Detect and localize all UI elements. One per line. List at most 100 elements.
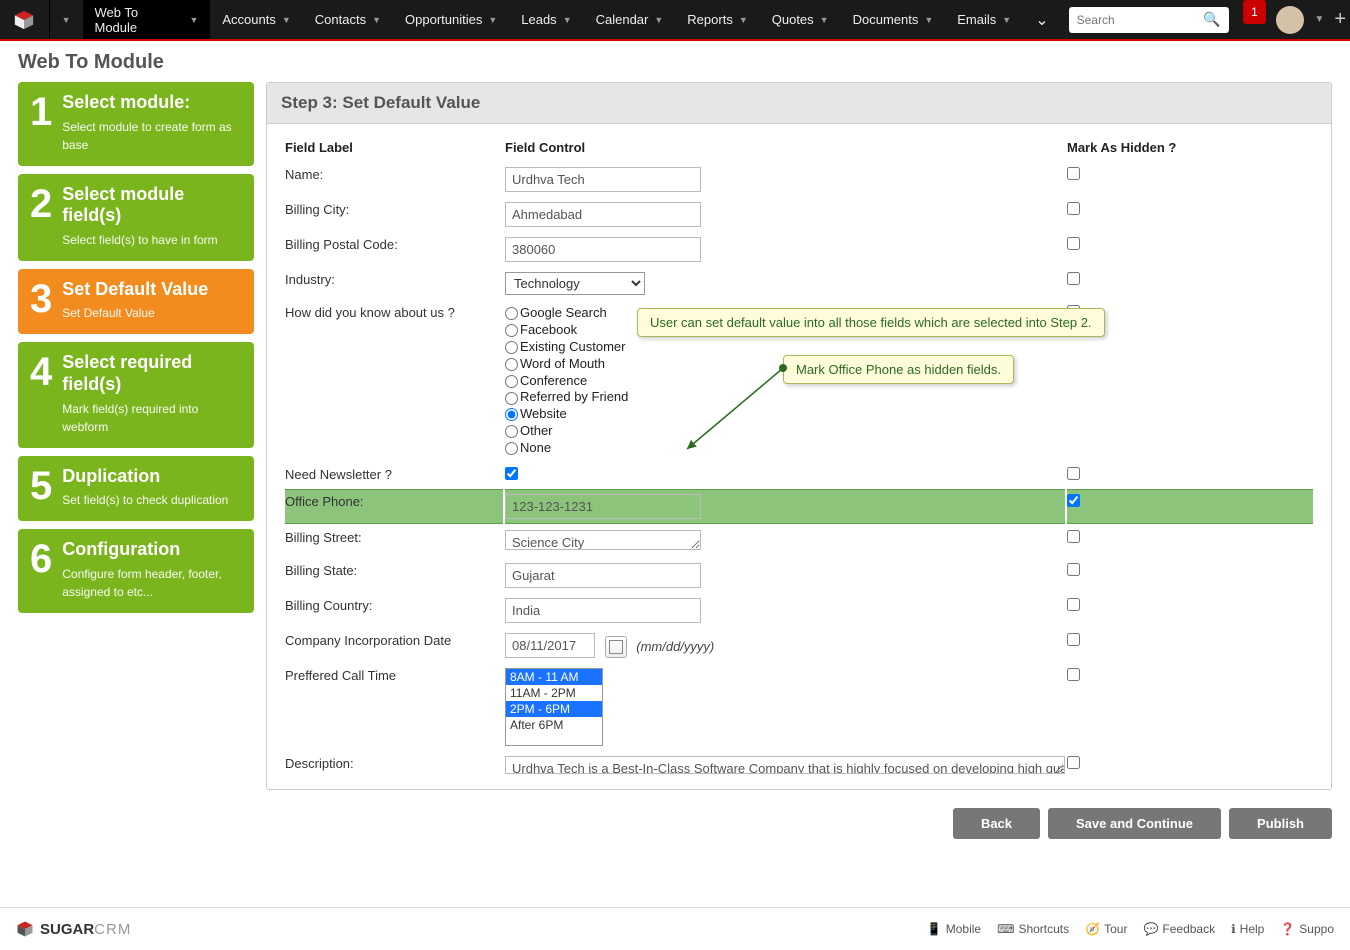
radio-option[interactable]: Website bbox=[505, 406, 1065, 423]
radio-input[interactable] bbox=[505, 442, 518, 455]
multiselect-option[interactable]: 8AM - 11 AM bbox=[506, 669, 602, 685]
radio-input[interactable] bbox=[505, 324, 518, 337]
nav-item-opportunities[interactable]: Opportunities ▼ bbox=[393, 0, 509, 39]
footer-bar: SUGARCRM 📱 Mobile ⌨ Shortcuts 🧭 Tour 💬 Feed… bbox=[0, 907, 1350, 950]
radio-input[interactable] bbox=[505, 375, 518, 388]
nav-item-web-to-module[interactable]: Web To Module ▼ bbox=[83, 0, 211, 39]
footer-link-shortcuts[interactable]: ⌨ Shortcuts bbox=[997, 922, 1069, 936]
input-name[interactable] bbox=[505, 167, 701, 192]
input-billing-city[interactable] bbox=[505, 202, 701, 227]
row-incorp-date: Company Incorporation Date (mm/dd/yyyy) bbox=[285, 629, 1313, 662]
hidden-billing-street[interactable] bbox=[1067, 530, 1080, 543]
back-button[interactable]: Back bbox=[953, 808, 1040, 839]
label-name: Name: bbox=[285, 163, 503, 196]
radio-option[interactable]: Referred by Friend bbox=[505, 389, 1065, 406]
input-billing-country[interactable] bbox=[505, 598, 701, 623]
step-number: 2 bbox=[30, 184, 52, 249]
row-billing-postal: Billing Postal Code: bbox=[285, 233, 1313, 266]
label-office-phone: Office Phone: bbox=[285, 489, 503, 524]
wizard-step-2[interactable]: 2Select module field(s)Select field(s) t… bbox=[18, 174, 254, 261]
radio-option[interactable]: None bbox=[505, 440, 1065, 457]
multiselect-option[interactable]: After 6PM bbox=[506, 717, 602, 733]
wizard-step-5[interactable]: 5DuplicationSet field(s) to check duplic… bbox=[18, 456, 254, 522]
nav-logo-caret[interactable]: ▼ bbox=[50, 0, 83, 39]
caret-down-icon: ▼ bbox=[1002, 15, 1011, 25]
label-billing-city: Billing City: bbox=[285, 198, 503, 231]
hidden-incorp-date[interactable] bbox=[1067, 633, 1080, 646]
hidden-call-time[interactable] bbox=[1067, 668, 1080, 681]
caret-down-icon: ▼ bbox=[924, 15, 933, 25]
multiselect-option[interactable]: 11AM - 2PM bbox=[506, 685, 602, 701]
nav-item-calendar[interactable]: Calendar ▼ bbox=[584, 0, 676, 39]
select-industry[interactable]: Technology bbox=[505, 272, 645, 295]
hidden-industry[interactable] bbox=[1067, 272, 1080, 285]
input-office-phone[interactable] bbox=[505, 494, 701, 519]
hidden-office-phone[interactable] bbox=[1067, 494, 1080, 507]
nav-item-accounts[interactable]: Accounts ▼ bbox=[210, 0, 302, 39]
textarea-description[interactable]: Urdhva Tech is a Best-In-Class Software … bbox=[505, 756, 1065, 774]
hidden-newsletter[interactable] bbox=[1067, 467, 1080, 480]
footer-link-feedback[interactable]: 💬 Feedback bbox=[1143, 922, 1215, 936]
label-newsletter: Need Newsletter ? bbox=[285, 463, 503, 487]
nav-item-quotes[interactable]: Quotes ▼ bbox=[760, 0, 841, 39]
step-desc: Select module to create form as base bbox=[62, 118, 242, 154]
input-billing-state[interactable] bbox=[505, 563, 701, 588]
nav-item-leads[interactable]: Leads ▼ bbox=[509, 0, 583, 39]
footer-link-tour[interactable]: 🧭 Tour bbox=[1085, 922, 1127, 936]
radio-input[interactable] bbox=[505, 358, 518, 371]
input-incorp-date[interactable] bbox=[505, 633, 595, 658]
footer-link-icon: ℹ bbox=[1231, 922, 1236, 936]
radio-input[interactable] bbox=[505, 341, 518, 354]
notification-badge[interactable]: 1 bbox=[1243, 0, 1267, 24]
textarea-billing-street[interactable]: Science City bbox=[505, 530, 701, 550]
hidden-billing-city[interactable] bbox=[1067, 202, 1080, 215]
multiselect-option[interactable]: 2PM - 6PM bbox=[506, 701, 602, 717]
search-box[interactable]: 🔍 bbox=[1069, 7, 1229, 33]
save-continue-button[interactable]: Save and Continue bbox=[1048, 808, 1221, 839]
nav-more[interactable]: ⌄ bbox=[1023, 0, 1060, 39]
wizard-step-4[interactable]: 4Select required field(s)Mark field(s) r… bbox=[18, 342, 254, 447]
check-newsletter[interactable] bbox=[505, 467, 518, 480]
nav-item-contacts[interactable]: Contacts ▼ bbox=[303, 0, 393, 39]
caret-down-icon: ▼ bbox=[820, 15, 829, 25]
publish-button[interactable]: Publish bbox=[1229, 808, 1332, 839]
nav-item-emails[interactable]: Emails ▼ bbox=[945, 0, 1023, 39]
search-input[interactable] bbox=[1077, 13, 1204, 27]
header-mark-hidden: Mark As Hidden ? bbox=[1067, 140, 1313, 161]
step-number: 5 bbox=[30, 466, 52, 510]
radio-input[interactable] bbox=[505, 392, 518, 405]
step-desc: Mark field(s) required into webform bbox=[62, 400, 242, 436]
radio-option[interactable]: Other bbox=[505, 423, 1065, 440]
radio-option[interactable]: Existing Customer bbox=[505, 339, 1065, 356]
radio-input[interactable] bbox=[505, 425, 518, 438]
step-number: 3 bbox=[30, 279, 52, 323]
hidden-billing-postal[interactable] bbox=[1067, 237, 1080, 250]
footer-brand[interactable]: SUGARCRM bbox=[16, 920, 131, 938]
user-avatar[interactable] bbox=[1276, 6, 1304, 34]
search-wrap: 🔍 bbox=[1061, 0, 1237, 39]
footer-link-help[interactable]: ℹ Help bbox=[1231, 922, 1264, 936]
user-menu-caret[interactable]: ▼ bbox=[1308, 14, 1330, 25]
wizard-step-3[interactable]: 3Set Default ValueSet Default Value bbox=[18, 269, 254, 335]
quick-create-button[interactable]: + bbox=[1330, 0, 1350, 39]
footer-link-suppo[interactable]: ❓ Suppo bbox=[1280, 922, 1334, 936]
radio-input[interactable] bbox=[505, 408, 518, 421]
hidden-billing-country[interactable] bbox=[1067, 598, 1080, 611]
hidden-billing-state[interactable] bbox=[1067, 563, 1080, 576]
footer-link-icon: ❓ bbox=[1280, 922, 1295, 936]
hidden-description[interactable] bbox=[1067, 756, 1080, 769]
calendar-icon[interactable] bbox=[605, 636, 627, 658]
nav-item-documents[interactable]: Documents ▼ bbox=[841, 0, 946, 39]
input-billing-postal[interactable] bbox=[505, 237, 701, 262]
search-icon[interactable]: 🔍 bbox=[1203, 11, 1220, 28]
multiselect-call-time[interactable]: 8AM - 11 AM11AM - 2PM2PM - 6PMAfter 6PM bbox=[505, 668, 603, 746]
wizard-step-6[interactable]: 6ConfigurationConfigure form header, foo… bbox=[18, 529, 254, 613]
nav-item-reports[interactable]: Reports ▼ bbox=[675, 0, 759, 39]
footer-link-mobile[interactable]: 📱 Mobile bbox=[927, 922, 981, 936]
row-office-phone: Office Phone: bbox=[285, 489, 1313, 524]
hidden-name[interactable] bbox=[1067, 167, 1080, 180]
radio-input[interactable] bbox=[505, 307, 518, 320]
wizard-step-1[interactable]: 1Select module:Select module to create f… bbox=[18, 82, 254, 166]
wizard-steps: 1Select module:Select module to create f… bbox=[18, 82, 254, 790]
app-logo[interactable] bbox=[0, 0, 50, 39]
